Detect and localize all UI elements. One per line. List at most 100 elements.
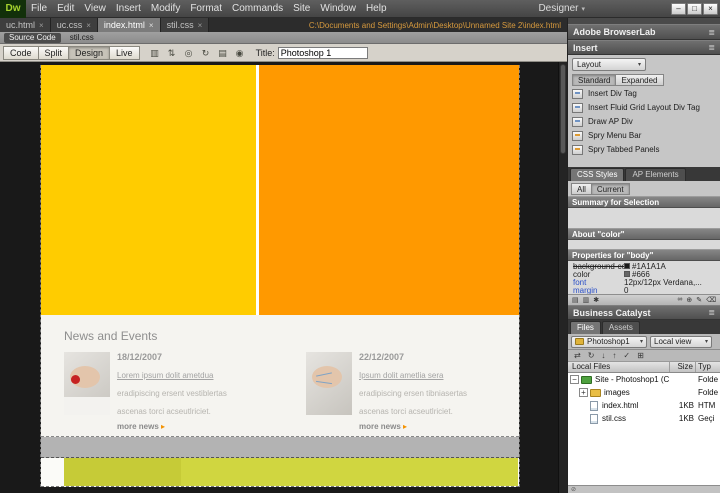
connect-icon[interactable]: ⇄ — [574, 351, 581, 360]
news-item[interactable]: 22/12/2007 Ipsum dolit ametlia sera erad… — [306, 352, 478, 431]
spry-tabbed-panels-item[interactable]: Spry Tabbed Panels — [572, 143, 716, 156]
workspace-switcher[interactable]: Designer ▾ — [538, 3, 585, 14]
list-view-icon[interactable]: ▥ — [583, 296, 590, 304]
news-text[interactable]: eradipiscing ersent vestiblertas ascenas… — [117, 389, 227, 416]
footer-right-block[interactable] — [181, 458, 518, 486]
news-title-link[interactable]: Lorem ipsum dolit ametdua — [117, 371, 214, 380]
footer-section[interactable] — [41, 458, 519, 487]
expand-icon[interactable]: ⊞ — [637, 351, 644, 360]
menu-commands[interactable]: Commands — [227, 0, 288, 18]
insert-div-tag-item[interactable]: Insert Div Tag — [572, 87, 716, 100]
spry-menu-bar-item[interactable]: Spry Menu Bar — [572, 129, 716, 142]
news-section[interactable]: News and Events 18/12/2007 L — [41, 315, 519, 437]
delete-rule-icon[interactable]: ⌫ — [706, 296, 716, 304]
log-icon[interactable]: ⊘ — [571, 486, 576, 493]
more-news-link[interactable]: more news ▸ — [117, 422, 236, 431]
put-files-icon[interactable]: ↑ — [612, 351, 616, 360]
news-item[interactable]: 18/12/2007 Lorem ipsum dolit ametdua era… — [64, 352, 236, 431]
news-date[interactable]: 18/12/2007 — [117, 352, 236, 362]
about-section-header[interactable]: About "color" — [568, 228, 720, 240]
site-dropdown[interactable]: Photoshop1 ▾ — [571, 336, 647, 348]
menu-help[interactable]: Help — [361, 0, 392, 18]
expanded-mode-button[interactable]: Expanded — [615, 74, 663, 86]
color-swatch[interactable] — [624, 271, 630, 277]
news-title-link[interactable]: Ipsum dolit ametlia sera — [359, 371, 443, 380]
business-catalyst-panel-header[interactable]: Business Catalyst ≣ — [568, 305, 720, 320]
code-view-button[interactable]: Code — [3, 46, 39, 60]
minimize-button[interactable]: – — [671, 3, 686, 15]
category-view-icon[interactable]: ▤ — [572, 296, 579, 304]
vertical-scrollbar[interactable] — [558, 62, 567, 493]
menu-file[interactable]: File — [26, 0, 52, 18]
scrollbar-thumb[interactable] — [560, 64, 566, 154]
document-title-input[interactable] — [278, 47, 368, 59]
new-css-rule-icon[interactable]: ⊕ — [686, 296, 692, 304]
maximize-button[interactable]: □ — [687, 3, 702, 15]
close-button[interactable]: × — [703, 3, 718, 15]
menu-window[interactable]: Window — [315, 0, 361, 18]
menu-site[interactable]: Site — [288, 0, 315, 18]
color-swatch[interactable] — [624, 263, 630, 269]
column-local-files[interactable]: Local Files — [568, 362, 670, 372]
news-date[interactable]: 22/12/2007 — [359, 352, 478, 362]
menu-modify[interactable]: Modify — [146, 0, 185, 18]
related-file-stil-css[interactable]: stil.css — [70, 33, 94, 42]
panel-menu-icon[interactable]: ≣ — [708, 43, 715, 52]
tree-row-images[interactable]: + images Folde — [568, 386, 720, 399]
refresh-icon[interactable]: ↻ — [199, 46, 213, 59]
refresh-icon[interactable]: ↻ — [588, 351, 595, 360]
tab-ap-elements[interactable]: AP Elements — [625, 168, 685, 181]
get-files-icon[interactable]: ↓ — [601, 351, 605, 360]
preview-in-browser-icon[interactable]: ◎ — [182, 46, 196, 59]
news-text[interactable]: eradipiscing ersen tibniasertas ascenas … — [359, 389, 467, 416]
footer-left-block[interactable] — [64, 458, 181, 486]
file-management-icon[interactable]: ⇅ — [165, 46, 179, 59]
menu-format[interactable]: Format — [185, 0, 227, 18]
css-property-row[interactable]: margin 0 — [568, 286, 720, 294]
column-type[interactable]: Typ — [696, 362, 720, 372]
menu-insert[interactable]: Insert — [111, 0, 146, 18]
edit-rule-icon[interactable]: ✎ — [696, 296, 702, 304]
menu-edit[interactable]: Edit — [52, 0, 79, 18]
news-heading[interactable]: News and Events — [41, 315, 519, 343]
visual-aids-icon[interactable]: ◉ — [233, 46, 247, 59]
tree-row-site[interactable]: − Site - Photoshop1 (C:... Folde — [568, 373, 720, 386]
panel-menu-icon[interactable]: ≣ — [708, 28, 715, 37]
panel-menu-icon[interactable]: ≣ — [708, 308, 715, 317]
page-body[interactable]: News and Events 18/12/2007 L — [40, 65, 520, 487]
insert-fluid-grid-item[interactable]: Insert Fluid Grid Layout Div Tag — [572, 101, 716, 114]
insert-category-dropdown[interactable]: Layout ▾ — [572, 58, 646, 71]
all-mode-button[interactable]: All — [571, 183, 592, 195]
browser-compat-icon[interactable]: ▥ — [148, 46, 162, 59]
doc-tab-uc-html[interactable]: uc.html × — [0, 18, 51, 32]
live-view-button[interactable]: Live — [109, 46, 140, 60]
doc-tab-uc-css[interactable]: uc.css × — [51, 18, 98, 32]
tree-row-stil-css[interactable]: stil.css 1KB Geçi — [568, 412, 720, 425]
tab-assets[interactable]: Assets — [602, 321, 640, 334]
spacer-band[interactable] — [41, 437, 519, 458]
expand-icon[interactable]: + — [579, 388, 588, 397]
view-dropdown[interactable]: Local view ▾ — [650, 336, 712, 348]
collapse-icon[interactable]: − — [570, 375, 579, 384]
orange-column[interactable] — [259, 65, 519, 315]
current-mode-button[interactable]: Current — [591, 183, 630, 195]
view-options-icon[interactable]: ▤ — [216, 46, 230, 59]
attach-stylesheet-icon[interactable]: ∞ — [677, 296, 682, 304]
checkout-icon[interactable]: ✓ — [623, 351, 630, 360]
summary-section-header[interactable]: Summary for Selection — [568, 196, 720, 208]
more-news-link[interactable]: more news ▸ — [359, 422, 478, 431]
close-icon[interactable]: × — [149, 21, 154, 30]
split-view-button[interactable]: Split — [38, 46, 70, 60]
news-photo-spa[interactable] — [64, 352, 110, 415]
show-set-properties-icon[interactable]: ✱ — [593, 296, 599, 304]
properties-section-header[interactable]: Properties for "body" — [568, 249, 720, 261]
close-icon[interactable]: × — [198, 21, 203, 30]
doc-tab-stil-css[interactable]: stil.css × — [161, 18, 210, 32]
standard-mode-button[interactable]: Standard — [572, 74, 616, 86]
insert-panel-header[interactable]: Insert ≣ — [568, 40, 720, 55]
source-code-button[interactable]: Source Code — [4, 33, 61, 43]
design-view-button[interactable]: Design — [68, 46, 110, 60]
close-icon[interactable]: × — [39, 21, 44, 30]
design-canvas[interactable]: News and Events 18/12/2007 L — [0, 62, 567, 493]
column-size[interactable]: Size — [670, 362, 696, 372]
